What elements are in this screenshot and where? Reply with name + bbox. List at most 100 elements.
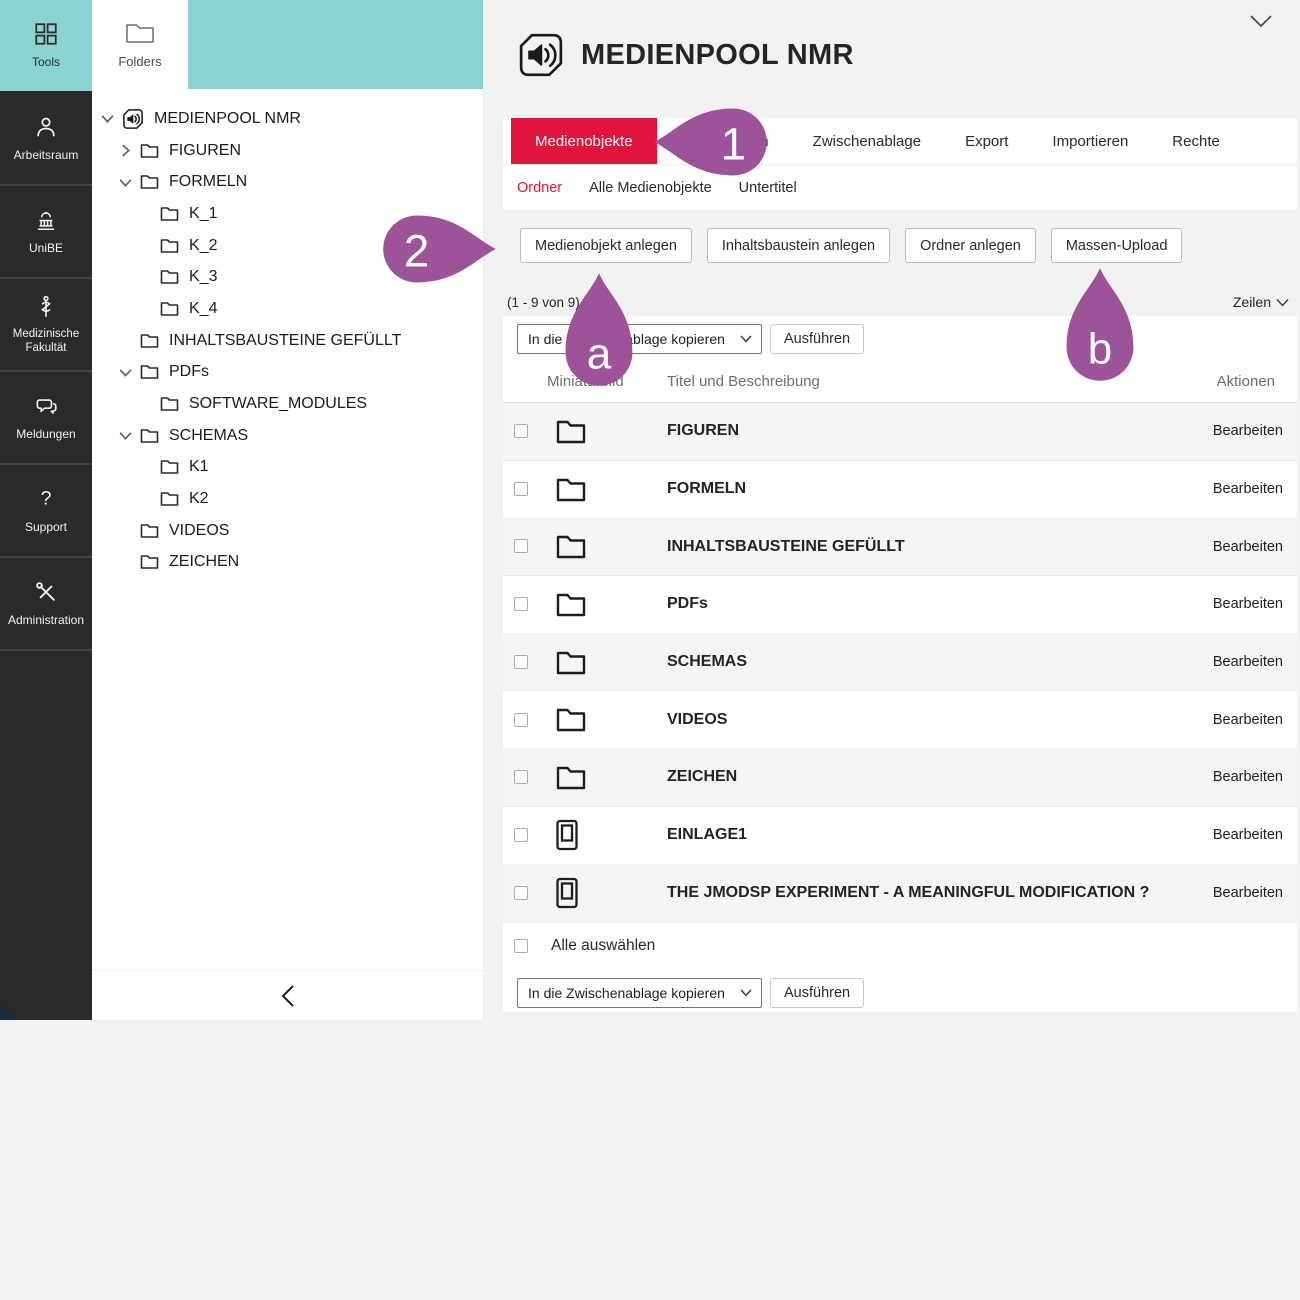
bulk-action-select[interactable]: In die Zwischenablage kopieren [517,978,762,1008]
chevron-down-icon[interactable] [118,428,140,443]
tree-item-k_3[interactable]: K_3 [92,261,483,293]
bearbeiten-link[interactable]: Bearbeiten [1213,769,1297,785]
rail-item-administration[interactable]: Administration [0,558,92,651]
folder-icon [140,523,159,539]
tab-export[interactable]: Export [943,118,1030,164]
tab-zwischenablage[interactable]: Zwischenablage [791,118,943,164]
media-object-icon [555,819,667,851]
chevron-down-icon [1276,298,1289,307]
bearbeiten-link[interactable]: Bearbeiten [1213,423,1297,439]
folder-tree: MEDIENPOOL NMR FIGUREN FORMELN K_1 [92,103,483,578]
tab-importieren[interactable]: Importieren [1030,118,1150,164]
tree-item-k_4[interactable]: K_4 [92,293,483,325]
collapse-panel-button[interactable] [92,970,483,1020]
bearbeiten-link[interactable]: Bearbeiten [1213,481,1297,497]
row-checkbox[interactable] [514,539,528,553]
collapse-header-button[interactable] [1249,14,1273,28]
rail-item-arbeitsraum[interactable]: Arbeitsraum [0,93,92,186]
tab-medienobjekte[interactable]: Medienobjekte [511,118,657,164]
tab-rechte[interactable]: Rechte [1150,118,1242,164]
row-checkbox[interactable] [514,770,528,784]
subtab-alle-medienobjekte[interactable]: Alle Medienobjekte [589,180,712,196]
row-checkbox[interactable] [514,886,528,900]
inhaltsbaustein-anlegen-button[interactable]: Inhaltsbaustein anlegen [707,228,890,263]
row-checkbox[interactable] [514,597,528,611]
rail-item-unibe[interactable]: UniBE [0,186,92,279]
tree-item-k_1[interactable]: K_1 [92,198,483,230]
mediapool-icon [122,108,144,130]
chevron-down-icon[interactable] [118,175,140,190]
row-checkbox[interactable] [514,482,528,496]
row-checkbox[interactable] [514,828,528,842]
bulk-action-select[interactable]: In die Zwischenablage kopieren [517,324,762,354]
bearbeiten-link[interactable]: Bearbeiten [1213,885,1297,901]
table-row: THE JMODSP EXPERIMENT - A MEANINGFUL MOD… [503,865,1297,923]
tree-item-label: FIGUREN [169,142,241,160]
tree-item-label: K_2 [189,237,217,255]
bulk-action-toolbar-bottom: In die Zwischenablage kopieren Ausführen [517,978,864,1008]
bearbeiten-link[interactable]: Bearbeiten [1213,712,1297,728]
folder-icon [140,333,159,349]
select-all-checkbox[interactable] [514,939,528,953]
chevron-right-icon[interactable] [118,143,140,158]
row-checkbox[interactable] [514,713,528,727]
ausfuehren-button[interactable]: Ausführen [770,324,864,354]
bearbeiten-link[interactable]: Bearbeiten [1213,596,1297,612]
tree-item-k_2[interactable]: K_2 [92,230,483,262]
rail-item-medizinische-fakultaet[interactable]: Medizinische Fakultät [0,279,92,372]
main-tab-bar: Medienobjekte Einstellungen Zwischenabla… [503,118,1297,164]
rail-item-tools[interactable]: Tools [0,0,92,93]
massen-upload-button[interactable]: Massen-Upload [1051,228,1183,263]
tree-item-inhaltsbausteine-gefuellt[interactable]: INHALTSBAUSTEINE GEFÜLLT [92,325,483,357]
rail-item-meldungen[interactable]: Meldungen [0,372,92,465]
subtab-untertitel[interactable]: Untertitel [739,180,797,196]
tree-item-pdfs[interactable]: PDFs [92,357,483,389]
row-title-link[interactable]: FORMELN [667,480,1213,498]
table-row: INHALTSBAUSTEINE GEFÜLLT Bearbeiten [503,518,1297,576]
ordner-anlegen-button[interactable]: Ordner anlegen [905,228,1036,263]
tree-item-medienpool-nmr[interactable]: MEDIENPOOL NMR [92,103,483,135]
tree-item-k1[interactable]: K1 [92,452,483,484]
tree-item-label: MEDIENPOOL NMR [154,110,301,128]
rail-item-label: Tools [29,55,63,69]
row-title-link[interactable]: FIGUREN [667,422,1213,440]
folder-icon [160,206,179,222]
row-checkbox[interactable] [514,424,528,438]
action-buttons-row: Medienobjekt anlegen Inhaltsbaustein anl… [520,228,1182,263]
medienobjekt-anlegen-button[interactable]: Medienobjekt anlegen [520,228,692,263]
folder-icon [160,238,179,254]
tree-item-figuren[interactable]: FIGUREN [92,135,483,167]
tree-item-zeichen[interactable]: ZEICHEN [92,547,483,579]
ausfuehren-button[interactable]: Ausführen [770,978,864,1008]
tab-einstellungen[interactable]: Einstellungen [657,118,791,164]
tree-item-label: K_4 [189,300,217,318]
tree-item-label: SOFTWARE_MODULES [189,395,367,413]
row-title-link[interactable]: SCHEMAS [667,653,1213,671]
bearbeiten-link[interactable]: Bearbeiten [1213,827,1297,843]
row-title-link[interactable]: EINLAGE1 [667,826,1213,844]
row-title-link[interactable]: PDFs [667,595,1213,613]
tab-folders[interactable]: Folders [92,0,188,90]
rows-per-page-control[interactable]: Zeilen [1233,294,1289,310]
row-title-link[interactable]: THE JMODSP EXPERIMENT - A MEANINGFUL MOD… [667,884,1213,902]
rail-item-support[interactable]: ? Support [0,465,92,558]
tree-item-schemas[interactable]: SCHEMAS [92,420,483,452]
chevron-down-icon[interactable] [118,365,140,380]
tree-item-formeln[interactable]: FORMELN [92,166,483,198]
folder-icon [140,364,159,380]
page-header: MEDIENPOOL NMR [517,25,1297,85]
row-title-link[interactable]: ZEICHEN [667,768,1213,786]
row-title-link[interactable]: INHALTSBAUSTEINE GEFÜLLT [667,538,1213,556]
rows-per-page-label: Zeilen [1233,294,1271,310]
row-checkbox[interactable] [514,655,528,669]
tree-item-k2[interactable]: K2 [92,483,483,515]
bearbeiten-link[interactable]: Bearbeiten [1213,539,1297,555]
row-title-link[interactable]: VIDEOS [667,711,1213,729]
tree-item-software_modules[interactable]: SOFTWARE_MODULES [92,388,483,420]
folder-icon [160,301,179,317]
rail-item-label: Administration [5,613,87,627]
tree-item-videos[interactable]: VIDEOS [92,515,483,547]
subtab-ordner[interactable]: Ordner [517,180,562,196]
chevron-down-icon[interactable] [100,111,122,126]
bearbeiten-link[interactable]: Bearbeiten [1213,654,1297,670]
